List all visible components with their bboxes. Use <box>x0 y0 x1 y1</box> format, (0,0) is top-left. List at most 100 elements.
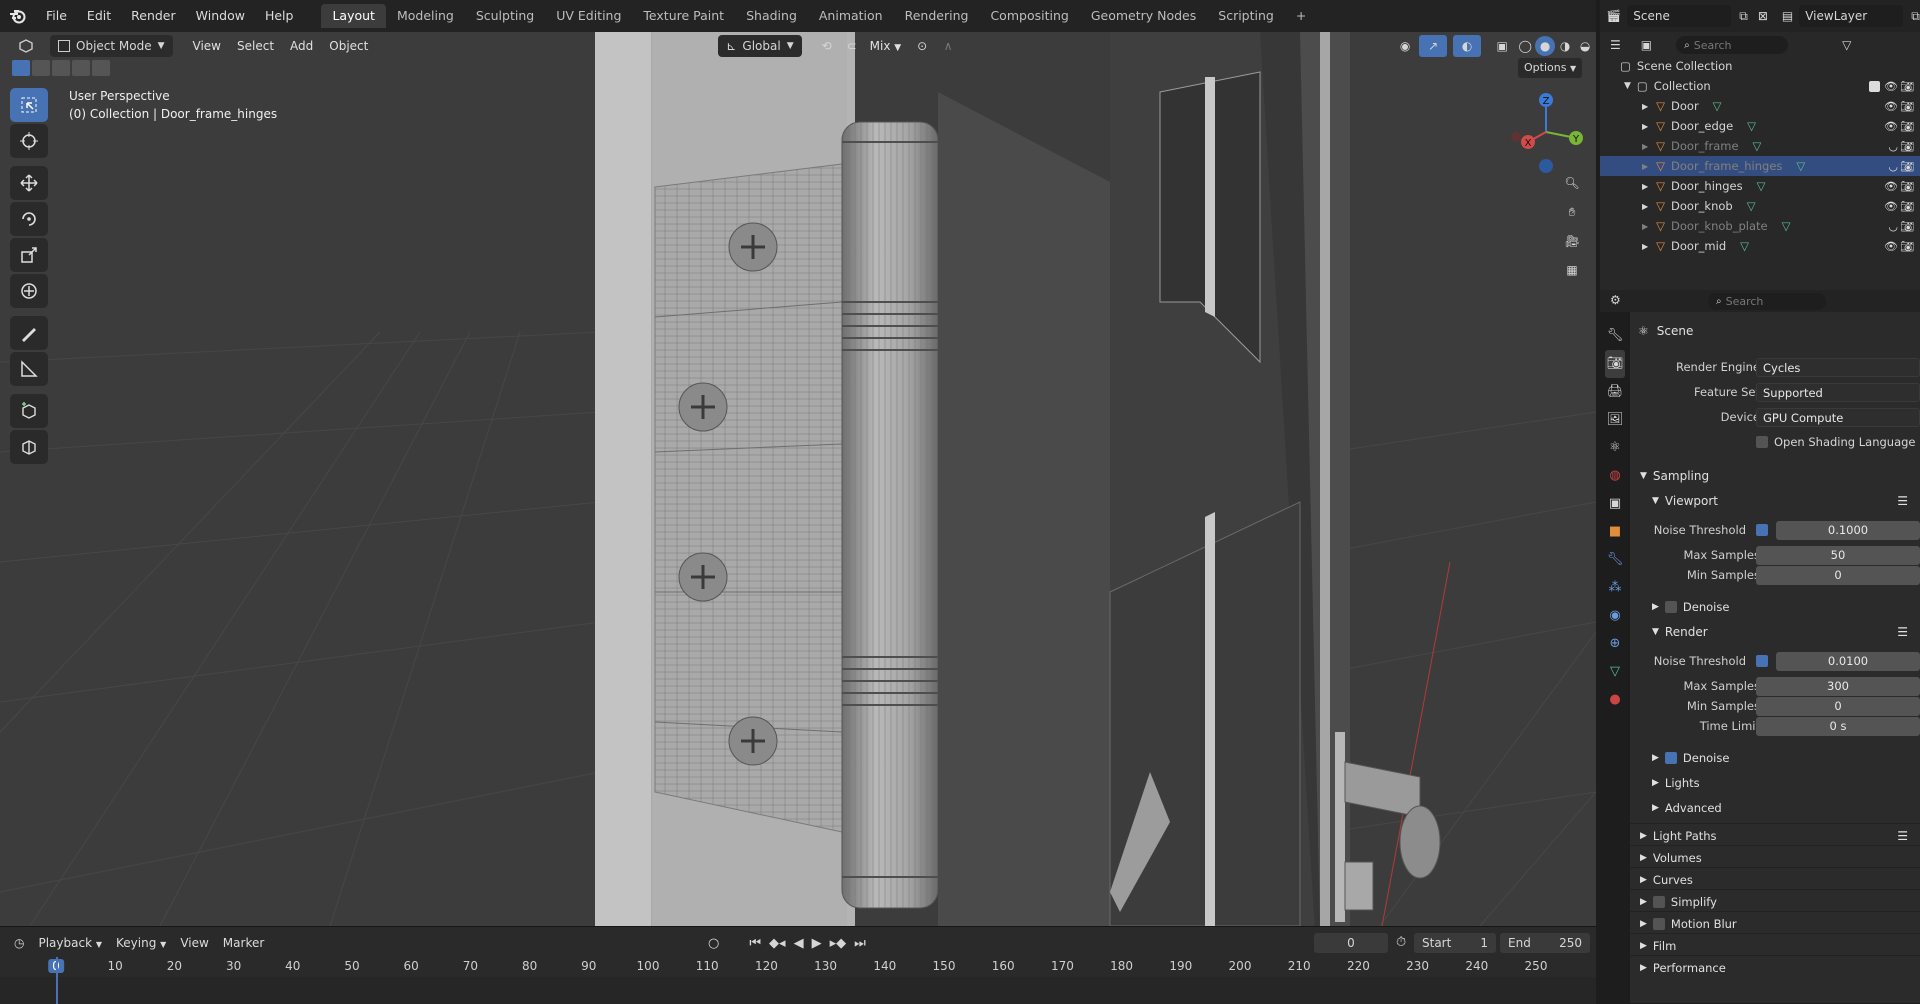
pan-hand-icon[interactable]: ✋︎ <box>1558 198 1586 226</box>
keyframe-area[interactable] <box>0 977 1596 1004</box>
osl-checkbox[interactable] <box>1756 436 1768 448</box>
render-max-samples-field[interactable]: 300 <box>1756 676 1920 696</box>
chevron-right-icon[interactable]: ▶ <box>1642 222 1648 231</box>
viewport-denoise-checkbox[interactable] <box>1664 601 1677 613</box>
chevron-right-icon[interactable]: ▶ <box>1642 142 1648 151</box>
particles-tab-icon[interactable]: ⁂ <box>1605 574 1625 602</box>
motion-blur-checkbox[interactable] <box>1652 917 1665 930</box>
mode-dropdown[interactable]: Object Mode ▼ <box>50 35 173 57</box>
ortho-grid-icon[interactable]: ▦ <box>1558 256 1586 284</box>
camera-render-icon[interactable]: 📷︎ <box>1900 120 1914 133</box>
object-tab-icon[interactable]: ■ <box>1605 518 1625 546</box>
modifier-tab-icon[interactable]: 🔧︎ <box>1605 546 1625 574</box>
menu-view[interactable]: View <box>180 936 208 950</box>
viewport-subsection[interactable]: ▼ Viewport ☰ <box>1630 489 1920 513</box>
navigation-gizmo[interactable]: Z Y X <box>1504 90 1588 174</box>
film-section[interactable]: ▶ Film <box>1630 933 1920 957</box>
scene-tab-icon[interactable]: ⚛ <box>1605 434 1625 462</box>
proportional-edit-icon[interactable]: ⊙ <box>909 39 935 53</box>
chevron-right-icon[interactable]: ▶ <box>1642 242 1648 251</box>
simplify-section[interactable]: ▶ Simplify <box>1630 889 1920 913</box>
play-reverse-icon[interactable]: ◀ <box>794 936 804 951</box>
end-frame-field[interactable]: End 250 <box>1500 933 1590 953</box>
mesh-data-icon[interactable]: ▽ <box>1757 179 1766 193</box>
record-icon[interactable]: ○ <box>708 936 719 951</box>
render-engine-dropdown[interactable]: Cycles <box>1756 357 1920 377</box>
collection-tab-icon[interactable]: ▣ <box>1605 490 1625 518</box>
tab-animation[interactable]: Animation <box>808 4 894 28</box>
scale-tool-icon[interactable] <box>10 238 48 272</box>
simplify-checkbox[interactable] <box>1652 895 1665 908</box>
measure-tool-icon[interactable] <box>10 352 48 386</box>
outliner-item[interactable]: ▶ ▽ Door_knob_plate ▽ ◡ 📷︎ <box>1600 216 1920 236</box>
select-extend-icon[interactable] <box>32 60 50 76</box>
mesh-data-icon[interactable]: ▽ <box>1753 139 1762 153</box>
mesh-data-icon[interactable]: ▽ <box>1713 99 1722 113</box>
outliner-collection[interactable]: ▼ ▢ Collection 👁︎ 📷︎ <box>1600 76 1920 96</box>
camera-view-icon[interactable]: 🎥︎ <box>1558 227 1586 255</box>
play-icon[interactable]: ▶ <box>812 936 822 951</box>
falloff-icon[interactable]: ∧ <box>935 39 961 53</box>
menu-window[interactable]: Window <box>186 0 255 32</box>
properties-editor-icon[interactable]: ⚙ <box>1610 293 1621 307</box>
render-min-samples-field[interactable]: 0 <box>1756 696 1920 716</box>
tab-compositing[interactable]: Compositing <box>979 4 1079 28</box>
menu-playback[interactable]: Playback ▼ <box>38 936 102 950</box>
snap-mode-dropdown[interactable]: Mix ▼ <box>862 35 910 57</box>
current-frame-field[interactable]: 0 <box>1314 933 1388 953</box>
tab-shading[interactable]: Shading <box>735 4 808 28</box>
options-dropdown[interactable]: Options ▼ <box>1518 58 1583 78</box>
mesh-data-icon[interactable]: ▽ <box>1796 159 1805 173</box>
eye-icon[interactable]: 👁︎ <box>1884 100 1898 113</box>
camera-render-icon[interactable]: 📷︎ <box>1900 180 1914 193</box>
time-limit-field[interactable]: 0 s <box>1756 716 1920 736</box>
chevron-right-icon[interactable]: ▶ <box>1642 122 1648 131</box>
mesh-data-icon[interactable]: ▽ <box>1747 119 1756 133</box>
menu-file[interactable]: File <box>36 0 77 32</box>
display-mode-icon[interactable]: ▣ <box>1641 38 1652 52</box>
eye-icon[interactable]: 👁︎ <box>1884 120 1898 133</box>
transform-tool-icon[interactable] <box>10 274 48 308</box>
world-tab-icon[interactable]: ◍ <box>1605 462 1625 490</box>
viewport-noise-threshold-field[interactable]: 0.1000 <box>1776 520 1920 540</box>
outliner-item[interactable]: ▶ ▽ Door_mid ▽ 👁︎ 📷︎ <box>1600 236 1920 256</box>
tab-modeling[interactable]: Modeling <box>386 4 465 28</box>
jump-end-icon[interactable]: ⏭ <box>854 936 866 951</box>
tab-sculpting[interactable]: Sculpting <box>465 4 545 28</box>
camera-render-icon[interactable]: 📷︎ <box>1900 100 1914 113</box>
render-subsection[interactable]: ▼ Render ☰ <box>1630 620 1920 644</box>
tool-tab-icon[interactable]: 🔧︎ <box>1605 322 1625 350</box>
menu-view[interactable]: View <box>185 35 229 57</box>
curves-section[interactable]: ▶ Curves <box>1630 867 1920 891</box>
checkbox-icon[interactable] <box>1869 79 1880 93</box>
viewport-min-samples-field[interactable]: 0 <box>1756 565 1920 585</box>
outliner-scene-collection[interactable]: ▢ Scene Collection <box>1600 56 1920 76</box>
tab-uv-editing[interactable]: UV Editing <box>545 4 632 28</box>
camera-render-icon[interactable]: 📷︎ <box>1900 140 1914 153</box>
camera-render-icon[interactable]: 📷︎ <box>1900 240 1914 253</box>
new-view-layer-icon[interactable]: ⧉ <box>1911 9 1920 24</box>
feature-set-dropdown[interactable]: Supported <box>1756 382 1920 402</box>
menu-marker[interactable]: Marker <box>223 936 264 950</box>
render-denoise-checkbox[interactable] <box>1664 752 1677 764</box>
tab-scripting[interactable]: Scripting <box>1207 4 1285 28</box>
motion-blur-section[interactable]: ▶ Motion Blur <box>1630 911 1920 935</box>
tab-layout[interactable]: Layout <box>321 4 386 28</box>
start-frame-field[interactable]: Start 1 <box>1414 933 1496 953</box>
filter-icon[interactable]: ▽ <box>1842 38 1851 52</box>
editor-type-icon[interactable] <box>12 35 40 57</box>
pivot-icon[interactable]: ⟲ <box>812 39 842 53</box>
clock-editor-icon[interactable]: ◷ <box>14 936 24 950</box>
lights-subsection[interactable]: ▶ Lights <box>1630 771 1920 795</box>
viewport-denoise-subsection[interactable]: ▶ Denoise <box>1630 595 1920 619</box>
annotate-tool-icon[interactable] <box>10 316 48 350</box>
outliner-item[interactable]: ▶ ▽ Door ▽ 👁︎ 📷︎ <box>1600 96 1920 116</box>
camera-render-icon[interactable]: 📷︎ <box>1900 160 1914 173</box>
eye-closed-icon[interactable]: ◡ <box>1888 140 1898 153</box>
presets-list-icon[interactable]: ☰ <box>1897 829 1908 843</box>
chevron-right-icon[interactable]: ▶ <box>1642 182 1648 191</box>
eye-icon[interactable]: 👁︎ <box>1884 80 1898 93</box>
view-layer-selector[interactable]: ViewLayer <box>1799 5 1904 27</box>
view-layer-icon[interactable]: ▤ <box>1782 9 1793 23</box>
mesh-data-icon[interactable]: ▽ <box>1740 239 1749 253</box>
